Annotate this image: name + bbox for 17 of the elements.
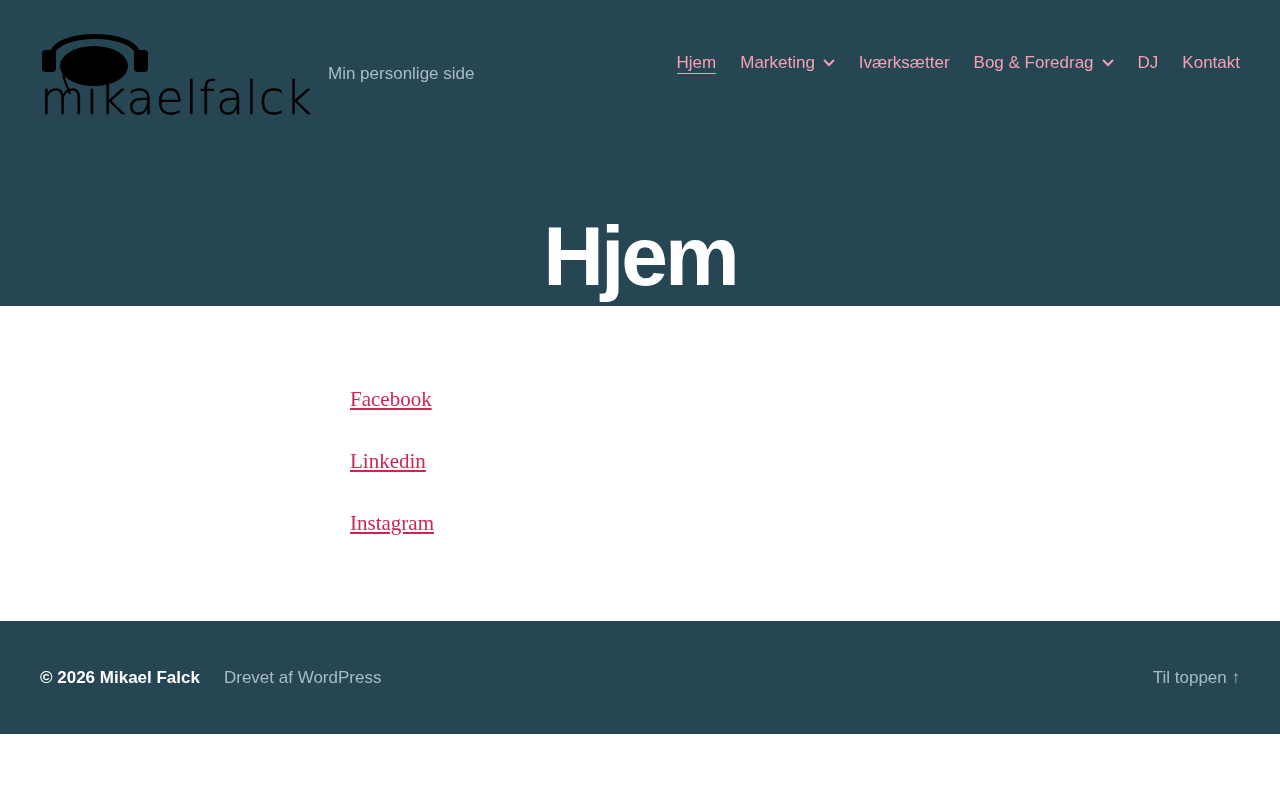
page-title: Hjem <box>542 214 738 302</box>
nav-link[interactable]: DJ <box>1137 52 1159 74</box>
site-tagline: Min personlige side <box>328 64 475 84</box>
nav-link[interactable]: Marketing <box>740 52 835 74</box>
logo-text: mikaelfalck <box>40 74 313 122</box>
back-to-top-link[interactable]: Til toppen ↑ <box>1152 667 1240 688</box>
social-link[interactable]: Linkedin <box>350 443 426 480</box>
chevron-down-icon[interactable] <box>822 58 835 67</box>
social-link[interactable]: Instagram <box>350 505 434 542</box>
social-link[interactable]: Facebook <box>350 381 432 418</box>
copyright-text: © 2026 Mikael Falck <box>40 667 200 688</box>
powered-by-link[interactable]: Drevet af WordPress <box>223 667 382 688</box>
nav-link[interactable]: Bog & Foredrag <box>973 52 1114 74</box>
nav-link[interactable]: Iværksætter <box>858 52 950 74</box>
nav-link[interactable]: Kontakt <box>1182 52 1240 74</box>
nav-link[interactable]: Hjem <box>676 52 717 74</box>
chevron-down-icon[interactable] <box>1101 58 1114 67</box>
